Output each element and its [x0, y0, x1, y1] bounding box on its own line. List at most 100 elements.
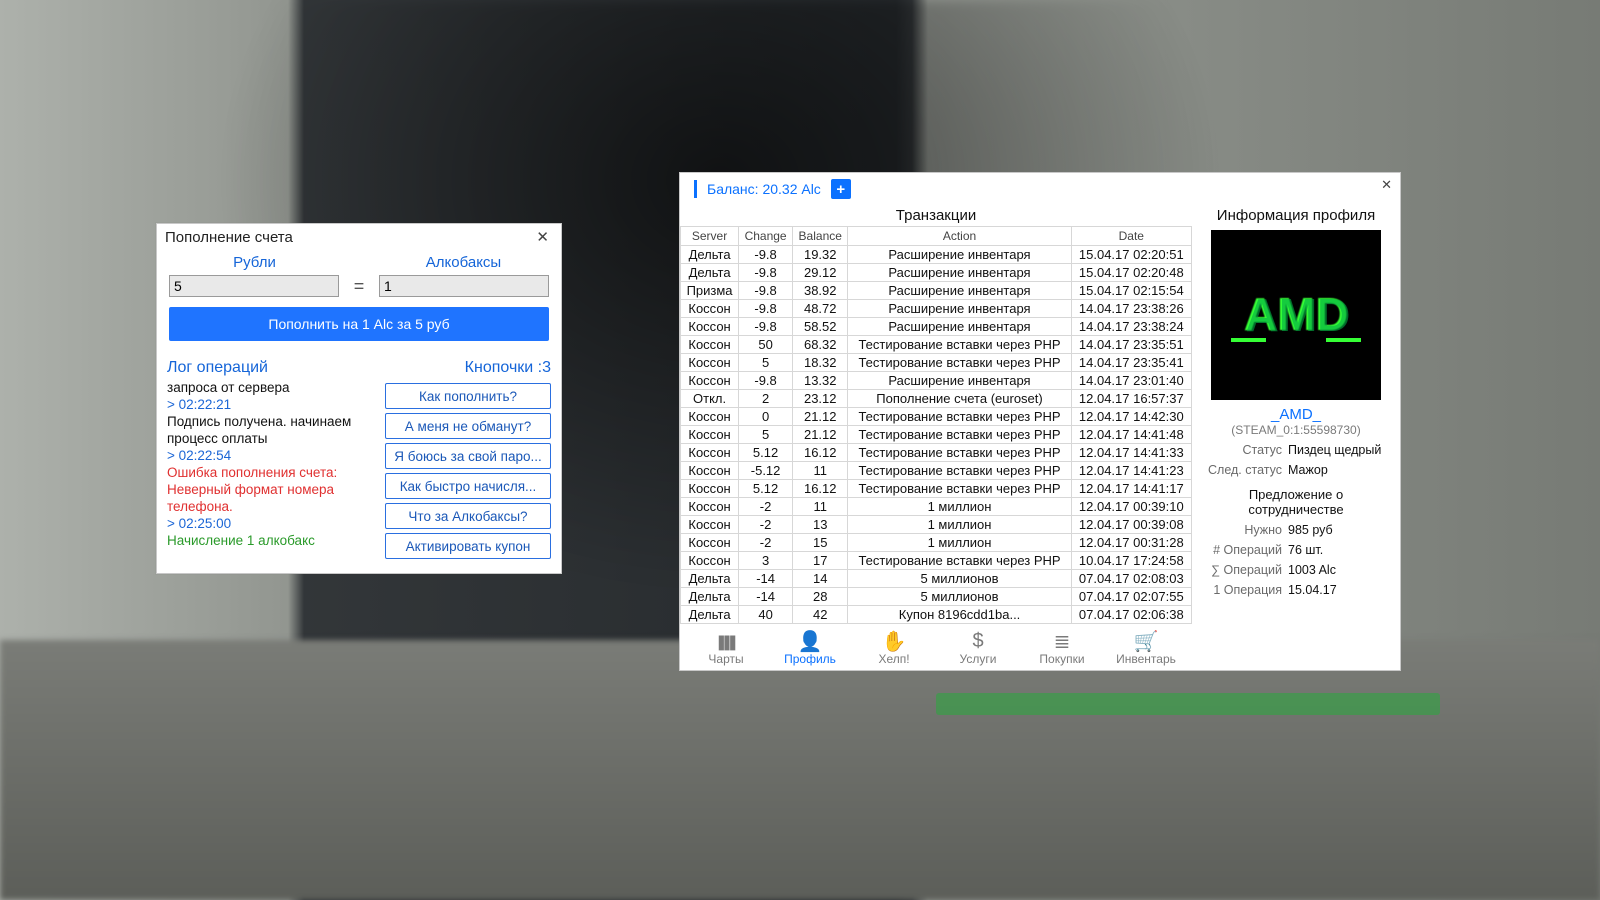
nav-label: Профиль — [775, 652, 845, 666]
nav-item-Покупки[interactable]: ≣Покупки — [1027, 630, 1097, 666]
table-cell: 3 — [739, 552, 793, 570]
rub-input[interactable] — [169, 275, 339, 297]
table-cell: Коссон — [681, 516, 739, 534]
ops-sum-key: ∑ Операций — [1198, 563, 1288, 577]
nav-item-Чарты[interactable]: ▮▮▮Чарты — [691, 630, 761, 666]
table-cell: 68.32 — [793, 336, 848, 354]
nav-item-Хелп![interactable]: ✋Хелп! — [859, 630, 929, 666]
table-cell: Дельта — [681, 264, 739, 282]
alc-input[interactable] — [379, 275, 549, 297]
table-cell: 1 миллион — [848, 498, 1071, 516]
table-cell: Коссон — [681, 336, 739, 354]
side-button[interactable]: Активировать купон — [385, 533, 551, 559]
nav-item-Инвентарь[interactable]: 🛒Инвентарь — [1111, 630, 1181, 666]
table-row: Коссон5.1216.12Тестирование вставки чере… — [681, 480, 1192, 498]
table-cell: Пополнение счета (euroset) — [848, 390, 1071, 408]
table-cell: Дельта — [681, 246, 739, 264]
log-line: Начисление 1 алкобакс — [167, 532, 377, 549]
proposal-line2: сотрудничестве — [1198, 502, 1394, 517]
table-cell: 5 миллионов — [848, 570, 1071, 588]
first-op-value: 15.04.17 — [1288, 583, 1337, 597]
side-button[interactable]: А меня не обманут? — [385, 413, 551, 439]
table-cell: 11 — [793, 462, 848, 480]
username[interactable]: _AMD_ — [1198, 406, 1394, 423]
table-cell: -9.8 — [739, 300, 793, 318]
table-cell: 28 — [793, 588, 848, 606]
table-row: Коссон521.12Тестирование вставки через P… — [681, 426, 1192, 444]
table-row: Дельта-9.829.12Расширение инвентаря15.04… — [681, 264, 1192, 282]
profile-icon: 👤 — [775, 630, 845, 652]
table-row: Коссон-2111 миллион12.04.17 00:39:10 — [681, 498, 1192, 516]
table-cell: 40 — [739, 606, 793, 624]
table-cell: Коссон — [681, 372, 739, 390]
services-icon: $ — [943, 630, 1013, 652]
side-button[interactable]: Я боюсь за свой паро... — [385, 443, 551, 469]
table-cell: Расширение инвентаря — [848, 300, 1071, 318]
log-body: запроса от сервера> 02:22:21Подпись полу… — [167, 379, 377, 549]
add-balance-button[interactable]: + — [831, 179, 851, 199]
table-cell: -5.12 — [739, 462, 793, 480]
table-header: Balance — [793, 227, 848, 246]
table-cell: -2 — [739, 498, 793, 516]
need-value: 985 руб — [1288, 523, 1333, 537]
next-status-key: След. статус — [1198, 463, 1288, 477]
table-cell: Коссон — [681, 408, 739, 426]
proposal-line1: Предложение о — [1198, 487, 1394, 502]
nav-label: Покупки — [1027, 652, 1097, 666]
profile-heading: Информация профиля — [1198, 207, 1394, 224]
side-button[interactable]: Что за Алкобаксы? — [385, 503, 551, 529]
table-cell: 23.12 — [793, 390, 848, 408]
table-cell: 12.04.17 00:31:28 — [1071, 534, 1191, 552]
side-button[interactable]: Как пополнить? — [385, 383, 551, 409]
table-row: Коссон5.1216.12Тестирование вставки чере… — [681, 444, 1192, 462]
avatar: AMD AMD — [1211, 230, 1381, 400]
table-cell: 18.32 — [793, 354, 848, 372]
table-cell: 12.04.17 14:41:23 — [1071, 462, 1191, 480]
balance-accent — [694, 180, 697, 198]
table-row: Коссон5068.32Тестирование вставки через … — [681, 336, 1192, 354]
table-cell: -14 — [739, 570, 793, 588]
topup-button[interactable]: Пополнить на 1 Alc за 5 руб — [169, 307, 549, 341]
table-cell: -9.8 — [739, 282, 793, 300]
table-cell: 1 миллион — [848, 516, 1071, 534]
table-cell: 16.12 — [793, 480, 848, 498]
table-cell: -9.8 — [739, 318, 793, 336]
table-cell: Коссон — [681, 462, 739, 480]
table-cell: Тестирование вставки через PHP — [848, 552, 1071, 570]
table-cell: Дельта — [681, 570, 739, 588]
table-row: Коссон-2151 миллион12.04.17 00:31:28 — [681, 534, 1192, 552]
log-line: Подпись получена. начинаем процесс оплат… — [167, 413, 377, 447]
table-cell: 14.04.17 23:01:40 — [1071, 372, 1191, 390]
close-icon[interactable]: ✕ — [532, 228, 553, 246]
panel-close-icon[interactable]: ✕ — [1381, 177, 1392, 193]
table-header: Date — [1071, 227, 1191, 246]
nav-label: Инвентарь — [1111, 652, 1181, 666]
table-cell: Расширение инвентаря — [848, 318, 1071, 336]
log-line: > 02:22:54 — [167, 447, 377, 464]
nav-item-Профиль[interactable]: 👤Профиль — [775, 630, 845, 666]
table-cell: 5.12 — [739, 480, 793, 498]
table-cell: 1 миллион — [848, 534, 1071, 552]
purchases-icon: ≣ — [1027, 630, 1097, 652]
table-cell: 21.12 — [793, 408, 848, 426]
table-cell: 5.12 — [739, 444, 793, 462]
table-cell: -14 — [739, 588, 793, 606]
need-key: Нужно — [1198, 523, 1288, 537]
table-cell: Коссон — [681, 498, 739, 516]
table-cell: 16.12 — [793, 444, 848, 462]
table-cell: Коссон — [681, 300, 739, 318]
table-cell: 14.04.17 23:35:41 — [1071, 354, 1191, 372]
table-row: Дельта-14285 миллионов07.04.17 02:07:55 — [681, 588, 1192, 606]
steam-id: (STEAM_0:1:55598730) — [1198, 423, 1394, 437]
nav-item-Услуги[interactable]: $Услуги — [943, 630, 1013, 666]
topup-popup: Пополнение счета ✕ Рубли Алкобаксы = Поп… — [156, 223, 562, 574]
alc-label: Алкобаксы — [378, 254, 549, 271]
charts-icon: ▮▮▮ — [691, 626, 761, 657]
table-row: Коссон021.12Тестирование вставки через P… — [681, 408, 1192, 426]
table-cell: Тестирование вставки через PHP — [848, 444, 1071, 462]
table-cell: 5 — [739, 426, 793, 444]
table-row: Коссон518.32Тестирование вставки через P… — [681, 354, 1192, 372]
table-cell: 15.04.17 02:15:54 — [1071, 282, 1191, 300]
table-cell: Коссон — [681, 444, 739, 462]
side-button[interactable]: Как быстро начисля... — [385, 473, 551, 499]
